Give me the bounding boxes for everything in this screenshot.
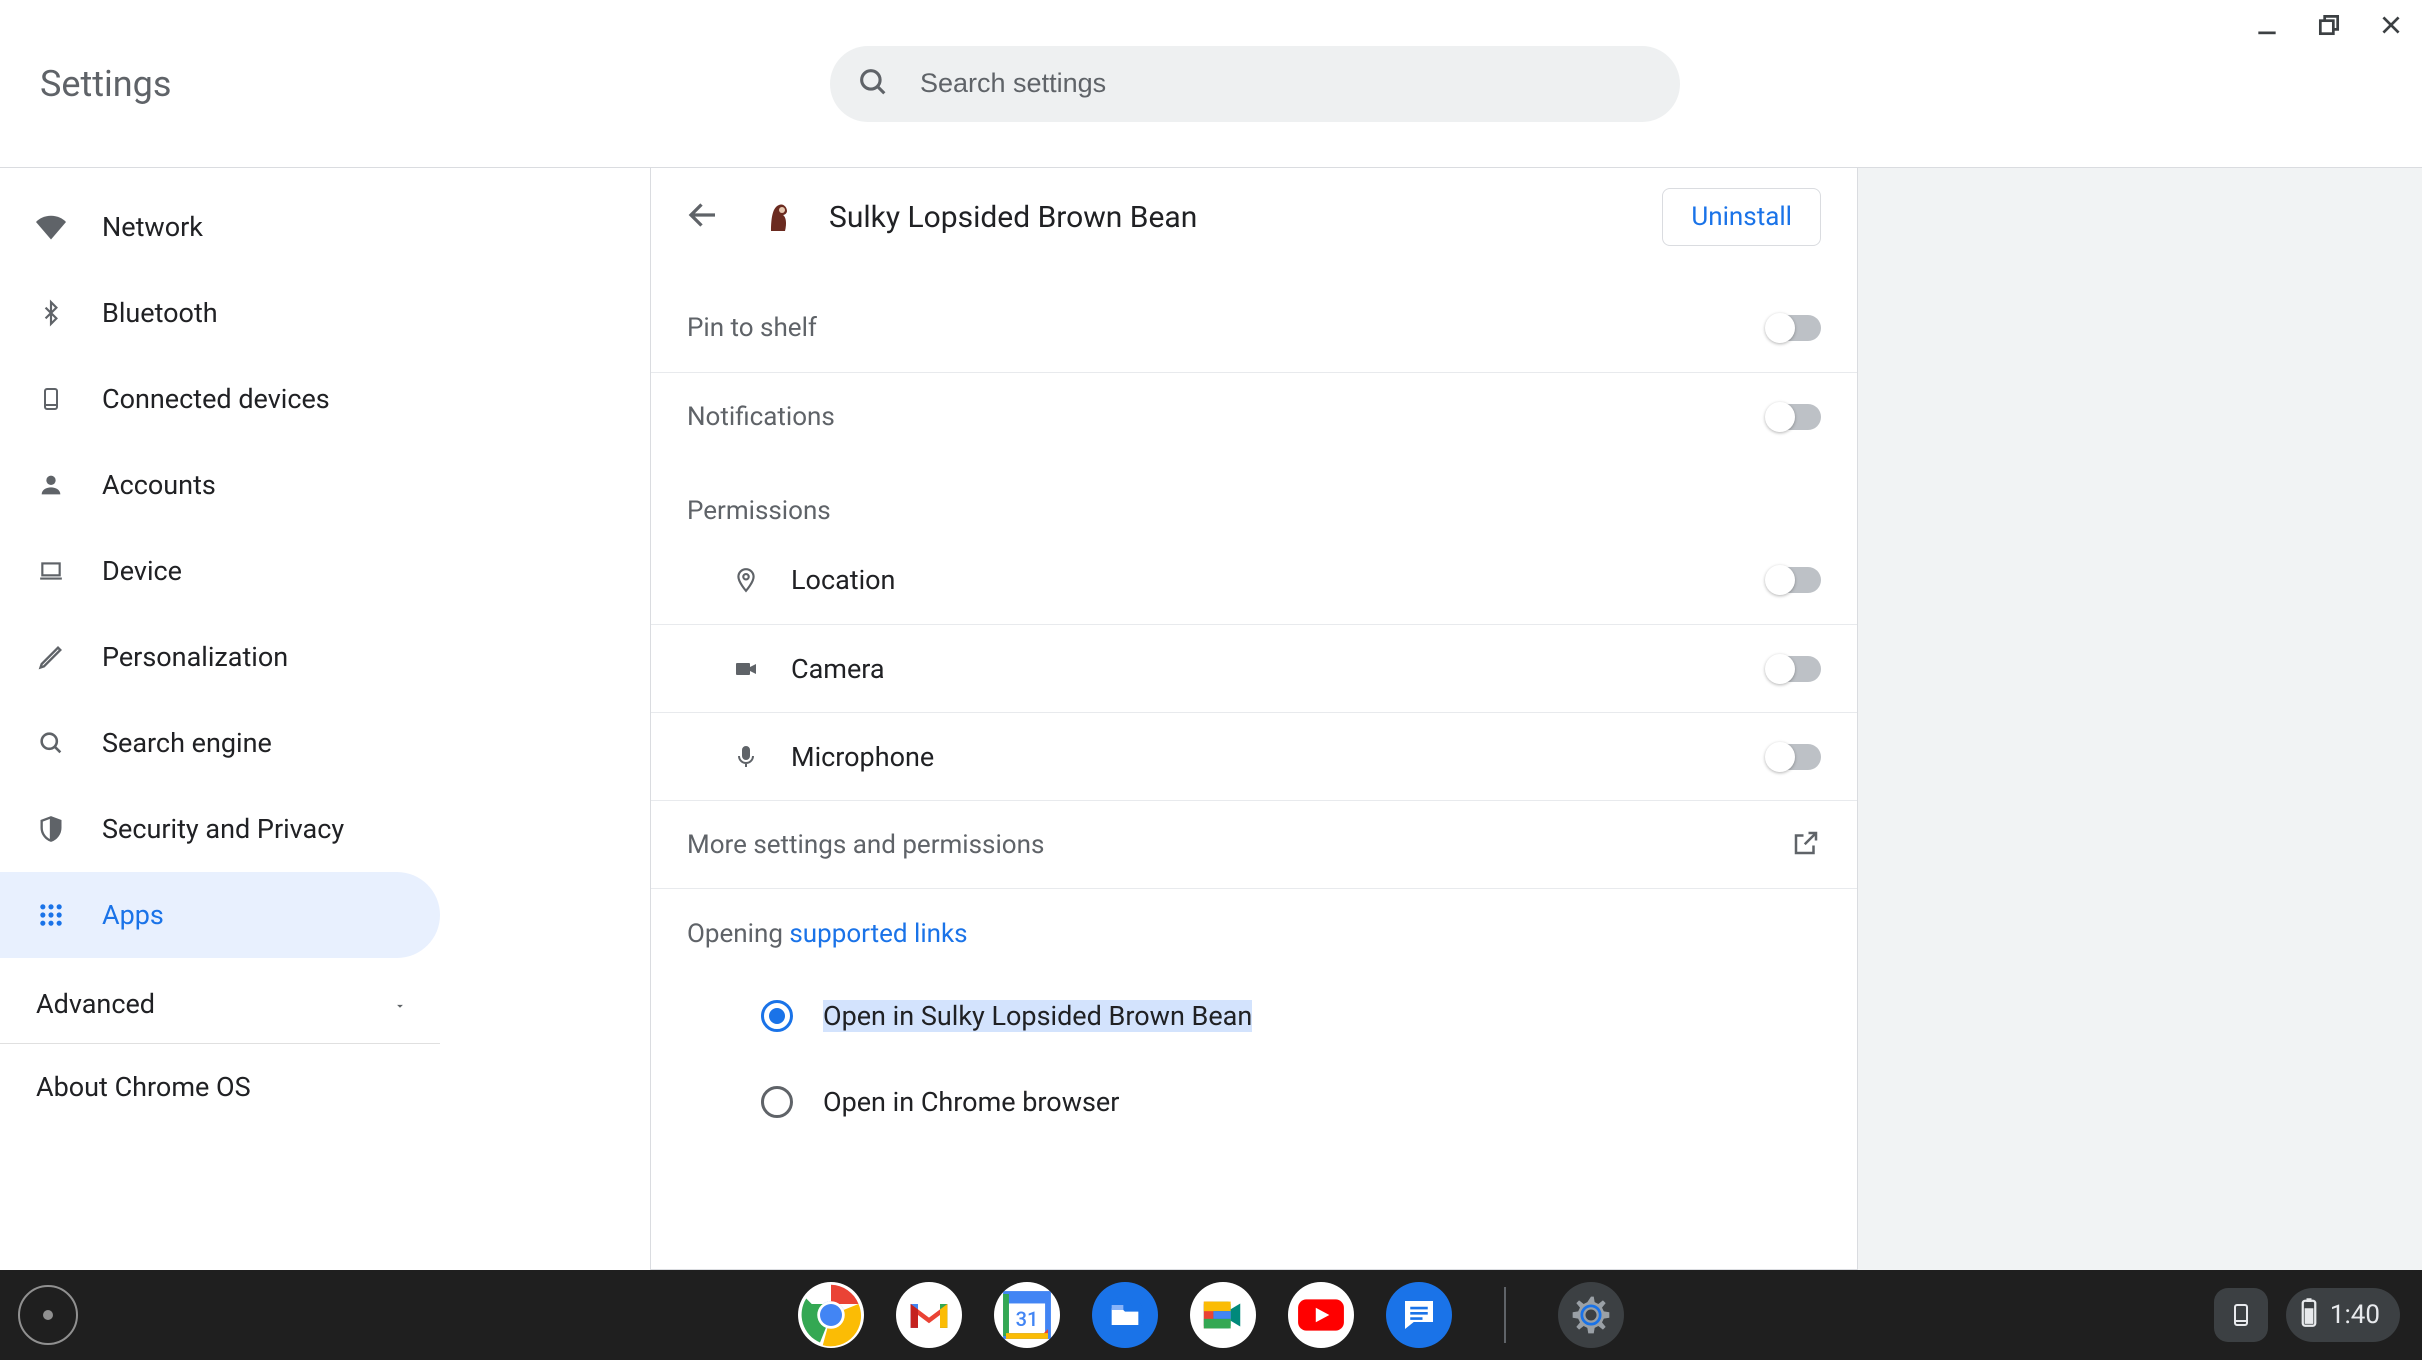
- sidebar-item-search-engine[interactable]: Search engine: [0, 700, 650, 786]
- sidebar-item-personalization[interactable]: Personalization: [0, 614, 650, 700]
- minimize-button[interactable]: [2254, 12, 2280, 38]
- microphone-icon: [731, 742, 761, 772]
- more-settings-row[interactable]: More settings and permissions: [651, 800, 1857, 888]
- advanced-label: Advanced: [36, 988, 155, 1020]
- pin-to-shelf-label: Pin to shelf: [687, 313, 817, 343]
- sidebar-item-label: Personalization: [102, 641, 288, 673]
- radio-label: Open in Chrome browser: [823, 1086, 1119, 1118]
- search-icon: [856, 65, 890, 103]
- shelf-app-messages[interactable]: [1386, 1282, 1452, 1348]
- location-icon: [731, 565, 761, 595]
- phone-hub-tray[interactable]: [2214, 1288, 2268, 1342]
- camera-toggle[interactable]: [1767, 656, 1821, 682]
- sidebar-item-connected-devices[interactable]: Connected devices: [0, 356, 650, 442]
- page-title: Settings: [40, 63, 171, 105]
- calendar-day-badge: 31: [1016, 1307, 1039, 1331]
- chevron-down-icon: [390, 988, 410, 1020]
- permission-label: Microphone: [791, 741, 934, 773]
- sidebar-item-accounts[interactable]: Accounts: [0, 442, 650, 528]
- permission-label: Camera: [791, 653, 885, 685]
- status-tray[interactable]: 1:40: [2286, 1288, 2400, 1342]
- sidebar-item-apps[interactable]: Apps: [0, 872, 440, 958]
- shelf-app-meet[interactable]: [1190, 1282, 1256, 1348]
- location-toggle[interactable]: [1767, 567, 1821, 593]
- sidebar-item-label: Apps: [102, 899, 164, 931]
- radio-button-icon: [761, 1000, 793, 1032]
- opening-links-heading: Opening supported links: [687, 919, 1821, 949]
- sidebar-item-label: Bluetooth: [102, 297, 218, 329]
- apps-grid-icon: [34, 901, 68, 929]
- opening-prefix: Opening: [687, 919, 789, 949]
- supported-links-link[interactable]: supported links: [789, 919, 967, 949]
- more-settings-label: More settings and permissions: [687, 830, 1044, 860]
- battery-icon: [2300, 1297, 2318, 1334]
- radio-label: Open in Sulky Lopsided Brown Bean: [823, 1000, 1252, 1032]
- sidebar-item-label: Device: [102, 555, 182, 587]
- person-icon: [34, 471, 68, 499]
- app-icon: [757, 195, 801, 239]
- phone-icon: [34, 384, 68, 414]
- about-label: About Chrome OS: [36, 1071, 251, 1103]
- launcher-button[interactable]: [18, 1285, 78, 1345]
- shelf-separator: [1504, 1287, 1506, 1343]
- close-button[interactable]: [2378, 12, 2404, 38]
- sidebar-about[interactable]: About Chrome OS: [0, 1044, 440, 1130]
- shelf-app-youtube[interactable]: [1288, 1282, 1354, 1348]
- external-link-icon: [1791, 828, 1821, 862]
- search-input[interactable]: [920, 68, 1620, 99]
- radio-open-in-app[interactable]: Open in Sulky Lopsided Brown Bean: [761, 973, 1821, 1059]
- pencil-icon: [34, 643, 68, 671]
- notifications-toggle[interactable]: [1767, 404, 1821, 430]
- wifi-icon: [34, 212, 68, 242]
- sidebar-item-label: Search engine: [102, 727, 272, 759]
- permission-label: Location: [791, 564, 895, 596]
- shelf-app-chrome[interactable]: [798, 1282, 864, 1348]
- sidebar-item-device[interactable]: Device: [0, 528, 650, 614]
- shelf-app-files[interactable]: [1092, 1282, 1158, 1348]
- shelf-app-calendar[interactable]: 31: [994, 1282, 1060, 1348]
- uninstall-button[interactable]: Uninstall: [1662, 188, 1821, 246]
- camera-icon: [731, 657, 761, 681]
- shelf: 31 1:40: [0, 1270, 2422, 1360]
- radio-open-in-chrome[interactable]: Open in Chrome browser: [761, 1059, 1821, 1145]
- back-button[interactable]: [677, 189, 729, 245]
- shelf-app-settings[interactable]: [1558, 1282, 1624, 1348]
- search-icon: [34, 729, 68, 757]
- permissions-heading: Permissions: [651, 460, 1857, 536]
- search-box[interactable]: [830, 46, 1680, 122]
- sidebar-item-label: Security and Privacy: [102, 813, 344, 845]
- laptop-icon: [34, 558, 68, 584]
- sidebar-item-bluetooth[interactable]: Bluetooth: [0, 270, 650, 356]
- shelf-app-gmail[interactable]: [896, 1282, 962, 1348]
- sidebar-advanced-toggle[interactable]: Advanced: [0, 958, 440, 1044]
- app-name: Sulky Lopsided Brown Bean: [829, 200, 1634, 235]
- sidebar-item-label: Connected devices: [102, 383, 330, 415]
- notifications-label: Notifications: [687, 402, 835, 432]
- sidebar-item-label: Accounts: [102, 469, 216, 501]
- sidebar-item-network[interactable]: Network: [0, 184, 650, 270]
- radio-button-icon: [761, 1086, 793, 1118]
- pin-to-shelf-toggle[interactable]: [1767, 315, 1821, 341]
- microphone-toggle[interactable]: [1767, 744, 1821, 770]
- shield-icon: [34, 814, 68, 844]
- restore-button[interactable]: [2316, 12, 2342, 38]
- bluetooth-icon: [34, 298, 68, 328]
- clock-text: 1:40: [2330, 1300, 2380, 1330]
- sidebar-item-label: Network: [102, 211, 203, 243]
- sidebar-item-security[interactable]: Security and Privacy: [0, 786, 650, 872]
